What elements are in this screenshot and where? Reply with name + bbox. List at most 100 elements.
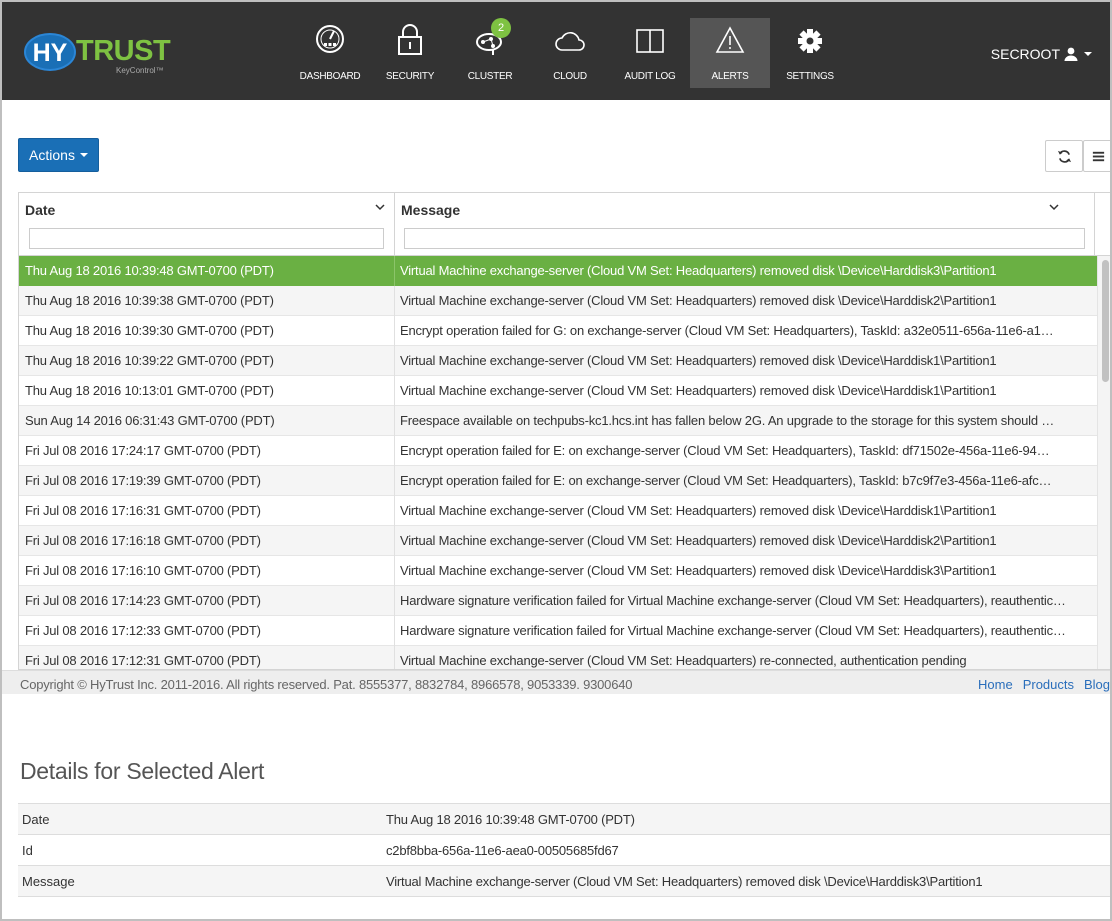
message-cell: Encrypt operation failed for G: on excha… [400, 323, 1054, 338]
grid-header: Date Message [19, 193, 1110, 256]
message-cell: Virtual Machine exchange-server (Cloud V… [400, 293, 997, 308]
nav-alerts[interactable]: ALERTS [690, 18, 770, 88]
message-cell: Hardware signature verification failed f… [400, 593, 1066, 608]
scrollbar-thumb[interactable] [1102, 260, 1109, 382]
gear-icon [795, 22, 825, 56]
nav-dashboard[interactable]: DASHBOARD [290, 18, 370, 88]
book-icon [635, 22, 665, 56]
logo-keycontrol-text: KeyControl™ [116, 66, 164, 75]
app-window: HY TRUST KeyControl™ DASHBOARD SECURITY [0, 0, 1112, 921]
details-key: Date [22, 812, 50, 827]
details-value: Thu Aug 18 2016 10:39:48 GMT-0700 (PDT) [386, 812, 635, 827]
nav-cluster-label: CLUSTER [467, 71, 513, 82]
column-menu-button[interactable] [1083, 140, 1110, 172]
table-row[interactable]: Fri Jul 08 2016 17:16:10 GMT-0700 (PDT) V… [19, 556, 1097, 586]
message-cell: Virtual Machine exchange-server (Cloud V… [400, 563, 997, 578]
details-key: Id [22, 843, 33, 858]
date-filter-input[interactable] [29, 228, 384, 249]
date-cell: Fri Jul 08 2016 17:16:18 GMT-0700 (PDT) [19, 526, 395, 556]
date-column-header[interactable]: Date [19, 193, 395, 256]
refresh-icon [1057, 150, 1072, 163]
date-column-title: Date [25, 202, 56, 218]
message-cell: Encrypt operation failed for E: on excha… [400, 443, 1050, 458]
message-cell: Hardware signature verification failed f… [400, 623, 1066, 638]
logo-trust-text: TRUST [76, 35, 171, 67]
table-row[interactable]: Sun Aug 14 2016 06:31:43 GMT-0700 (PDT) F… [19, 406, 1097, 436]
grid-rows: Thu Aug 18 2016 10:39:48 GMT-0700 (PDT) V… [19, 256, 1097, 669]
dashboard-icon [315, 22, 345, 56]
lock-icon [395, 22, 425, 56]
nav-settings[interactable]: SETTINGS [770, 18, 850, 88]
table-row[interactable]: Fri Jul 08 2016 17:19:39 GMT-0700 (PDT) E… [19, 466, 1097, 496]
user-menu-caret-icon [1084, 52, 1092, 56]
table-row[interactable]: Fri Jul 08 2016 17:16:31 GMT-0700 (PDT) V… [19, 496, 1097, 526]
top-navbar: HY TRUST KeyControl™ DASHBOARD SECURITY [2, 2, 1110, 100]
logo-hy-text: HY [33, 39, 68, 67]
nav-security-label: SECURITY [385, 71, 435, 82]
warning-icon [715, 22, 745, 56]
user-name: SECROOT [990, 46, 1060, 62]
alerts-grid: Date Message Thu Aug 18 2016 10:39:48 GM… [18, 192, 1110, 670]
date-cell: Thu Aug 18 2016 10:39:22 GMT-0700 (PDT) [19, 346, 395, 376]
main-nav: DASHBOARD SECURITY 2 CLUSTER CLOUD AUDIT… [290, 18, 850, 88]
table-row[interactable]: Thu Aug 18 2016 10:39:48 GMT-0700 (PDT) V… [19, 256, 1097, 286]
details-table: Date Thu Aug 18 2016 10:39:48 GMT-0700 (… [18, 803, 1110, 897]
table-row[interactable]: Fri Jul 08 2016 17:12:33 GMT-0700 (PDT) H… [19, 616, 1097, 646]
hytrust-logo[interactable]: HY TRUST KeyControl™ [24, 32, 174, 80]
message-cell: Virtual Machine exchange-server (Cloud V… [400, 383, 997, 398]
chevron-down-icon[interactable] [375, 202, 385, 212]
date-cell: Thu Aug 18 2016 10:13:01 GMT-0700 (PDT) [19, 376, 395, 406]
details-row-id: Id c2bf8bba-656a-11e6-aea0-00505685fd67 [18, 835, 1110, 866]
date-cell: Fri Jul 08 2016 17:14:23 GMT-0700 (PDT) [19, 586, 395, 616]
date-cell: Fri Jul 08 2016 17:16:31 GMT-0700 (PDT) [19, 496, 395, 526]
details-row-date: Date Thu Aug 18 2016 10:39:48 GMT-0700 (… [18, 804, 1110, 835]
footer-link-blog[interactable]: Blog [1084, 677, 1110, 692]
page-footer: Copyright © HyTrust Inc. 2011-2016. All … [2, 670, 1110, 694]
message-column-header[interactable]: Message [395, 193, 1095, 256]
footer-link-home[interactable]: Home [978, 677, 1013, 692]
date-cell: Thu Aug 18 2016 10:39:48 GMT-0700 (PDT) [19, 256, 395, 286]
table-row[interactable]: Fri Jul 08 2016 17:24:17 GMT-0700 (PDT) E… [19, 436, 1097, 466]
message-cell: Virtual Machine exchange-server (Cloud V… [400, 533, 997, 548]
refresh-button[interactable] [1045, 140, 1083, 172]
actions-button[interactable]: Actions [18, 138, 99, 172]
details-value: c2bf8bba-656a-11e6-aea0-00505685fd67 [386, 843, 619, 858]
message-cell: Virtual Machine exchange-server (Cloud V… [400, 353, 997, 368]
user-icon [1064, 47, 1078, 61]
table-row[interactable]: Fri Jul 08 2016 17:16:18 GMT-0700 (PDT) V… [19, 526, 1097, 556]
actions-button-label: Actions [29, 147, 75, 163]
details-value: Virtual Machine exchange-server (Cloud V… [386, 874, 983, 889]
nav-cloud[interactable]: CLOUD [530, 18, 610, 88]
details-title: Details for Selected Alert [20, 758, 265, 784]
date-cell: Fri Jul 08 2016 17:12:33 GMT-0700 (PDT) [19, 616, 395, 646]
details-row-message: Message Virtual Machine exchange-server … [18, 866, 1110, 897]
message-cell: Virtual Machine exchange-server (Cloud V… [400, 653, 967, 668]
table-row[interactable]: Thu Aug 18 2016 10:39:30 GMT-0700 (PDT) E… [19, 316, 1097, 346]
table-row[interactable]: Fri Jul 08 2016 17:12:31 GMT-0700 (PDT) V… [19, 646, 1097, 669]
grid-vertical-scrollbar[interactable] [1097, 256, 1110, 669]
date-cell: Fri Jul 08 2016 17:24:17 GMT-0700 (PDT) [19, 436, 395, 466]
table-row[interactable]: Thu Aug 18 2016 10:39:22 GMT-0700 (PDT) V… [19, 346, 1097, 376]
footer-link-products[interactable]: Products [1023, 677, 1074, 692]
message-cell: Virtual Machine exchange-server (Cloud V… [400, 263, 997, 278]
nav-dashboard-label: DASHBOARD [299, 71, 361, 82]
table-row[interactable]: Fri Jul 08 2016 17:14:23 GMT-0700 (PDT) H… [19, 586, 1097, 616]
nav-audit-log-label: AUDIT LOG [624, 71, 676, 82]
footer-links: Home Products Blog [978, 677, 1110, 692]
nav-security[interactable]: SECURITY [370, 18, 450, 88]
hytrust-logo-mark: HY [24, 32, 76, 72]
chevron-down-icon[interactable] [1049, 202, 1059, 212]
message-filter-input[interactable] [404, 228, 1085, 249]
nav-audit-log[interactable]: AUDIT LOG [610, 18, 690, 88]
message-column-title: Message [401, 202, 461, 218]
copyright-text: Copyright © HyTrust Inc. 2011-2016. All … [20, 677, 633, 692]
nav-alerts-label: ALERTS [711, 71, 749, 82]
nav-settings-label: SETTINGS [786, 71, 834, 82]
actions-caret-icon [79, 153, 88, 157]
user-menu[interactable]: SECROOT [991, 46, 1092, 62]
table-row[interactable]: Thu Aug 18 2016 10:13:01 GMT-0700 (PDT) V… [19, 376, 1097, 406]
message-cell: Encrypt operation failed for E: on excha… [400, 473, 1052, 488]
details-key: Message [22, 874, 75, 889]
nav-cluster[interactable]: 2 CLUSTER [450, 18, 530, 88]
table-row[interactable]: Thu Aug 18 2016 10:39:38 GMT-0700 (PDT) V… [19, 286, 1097, 316]
